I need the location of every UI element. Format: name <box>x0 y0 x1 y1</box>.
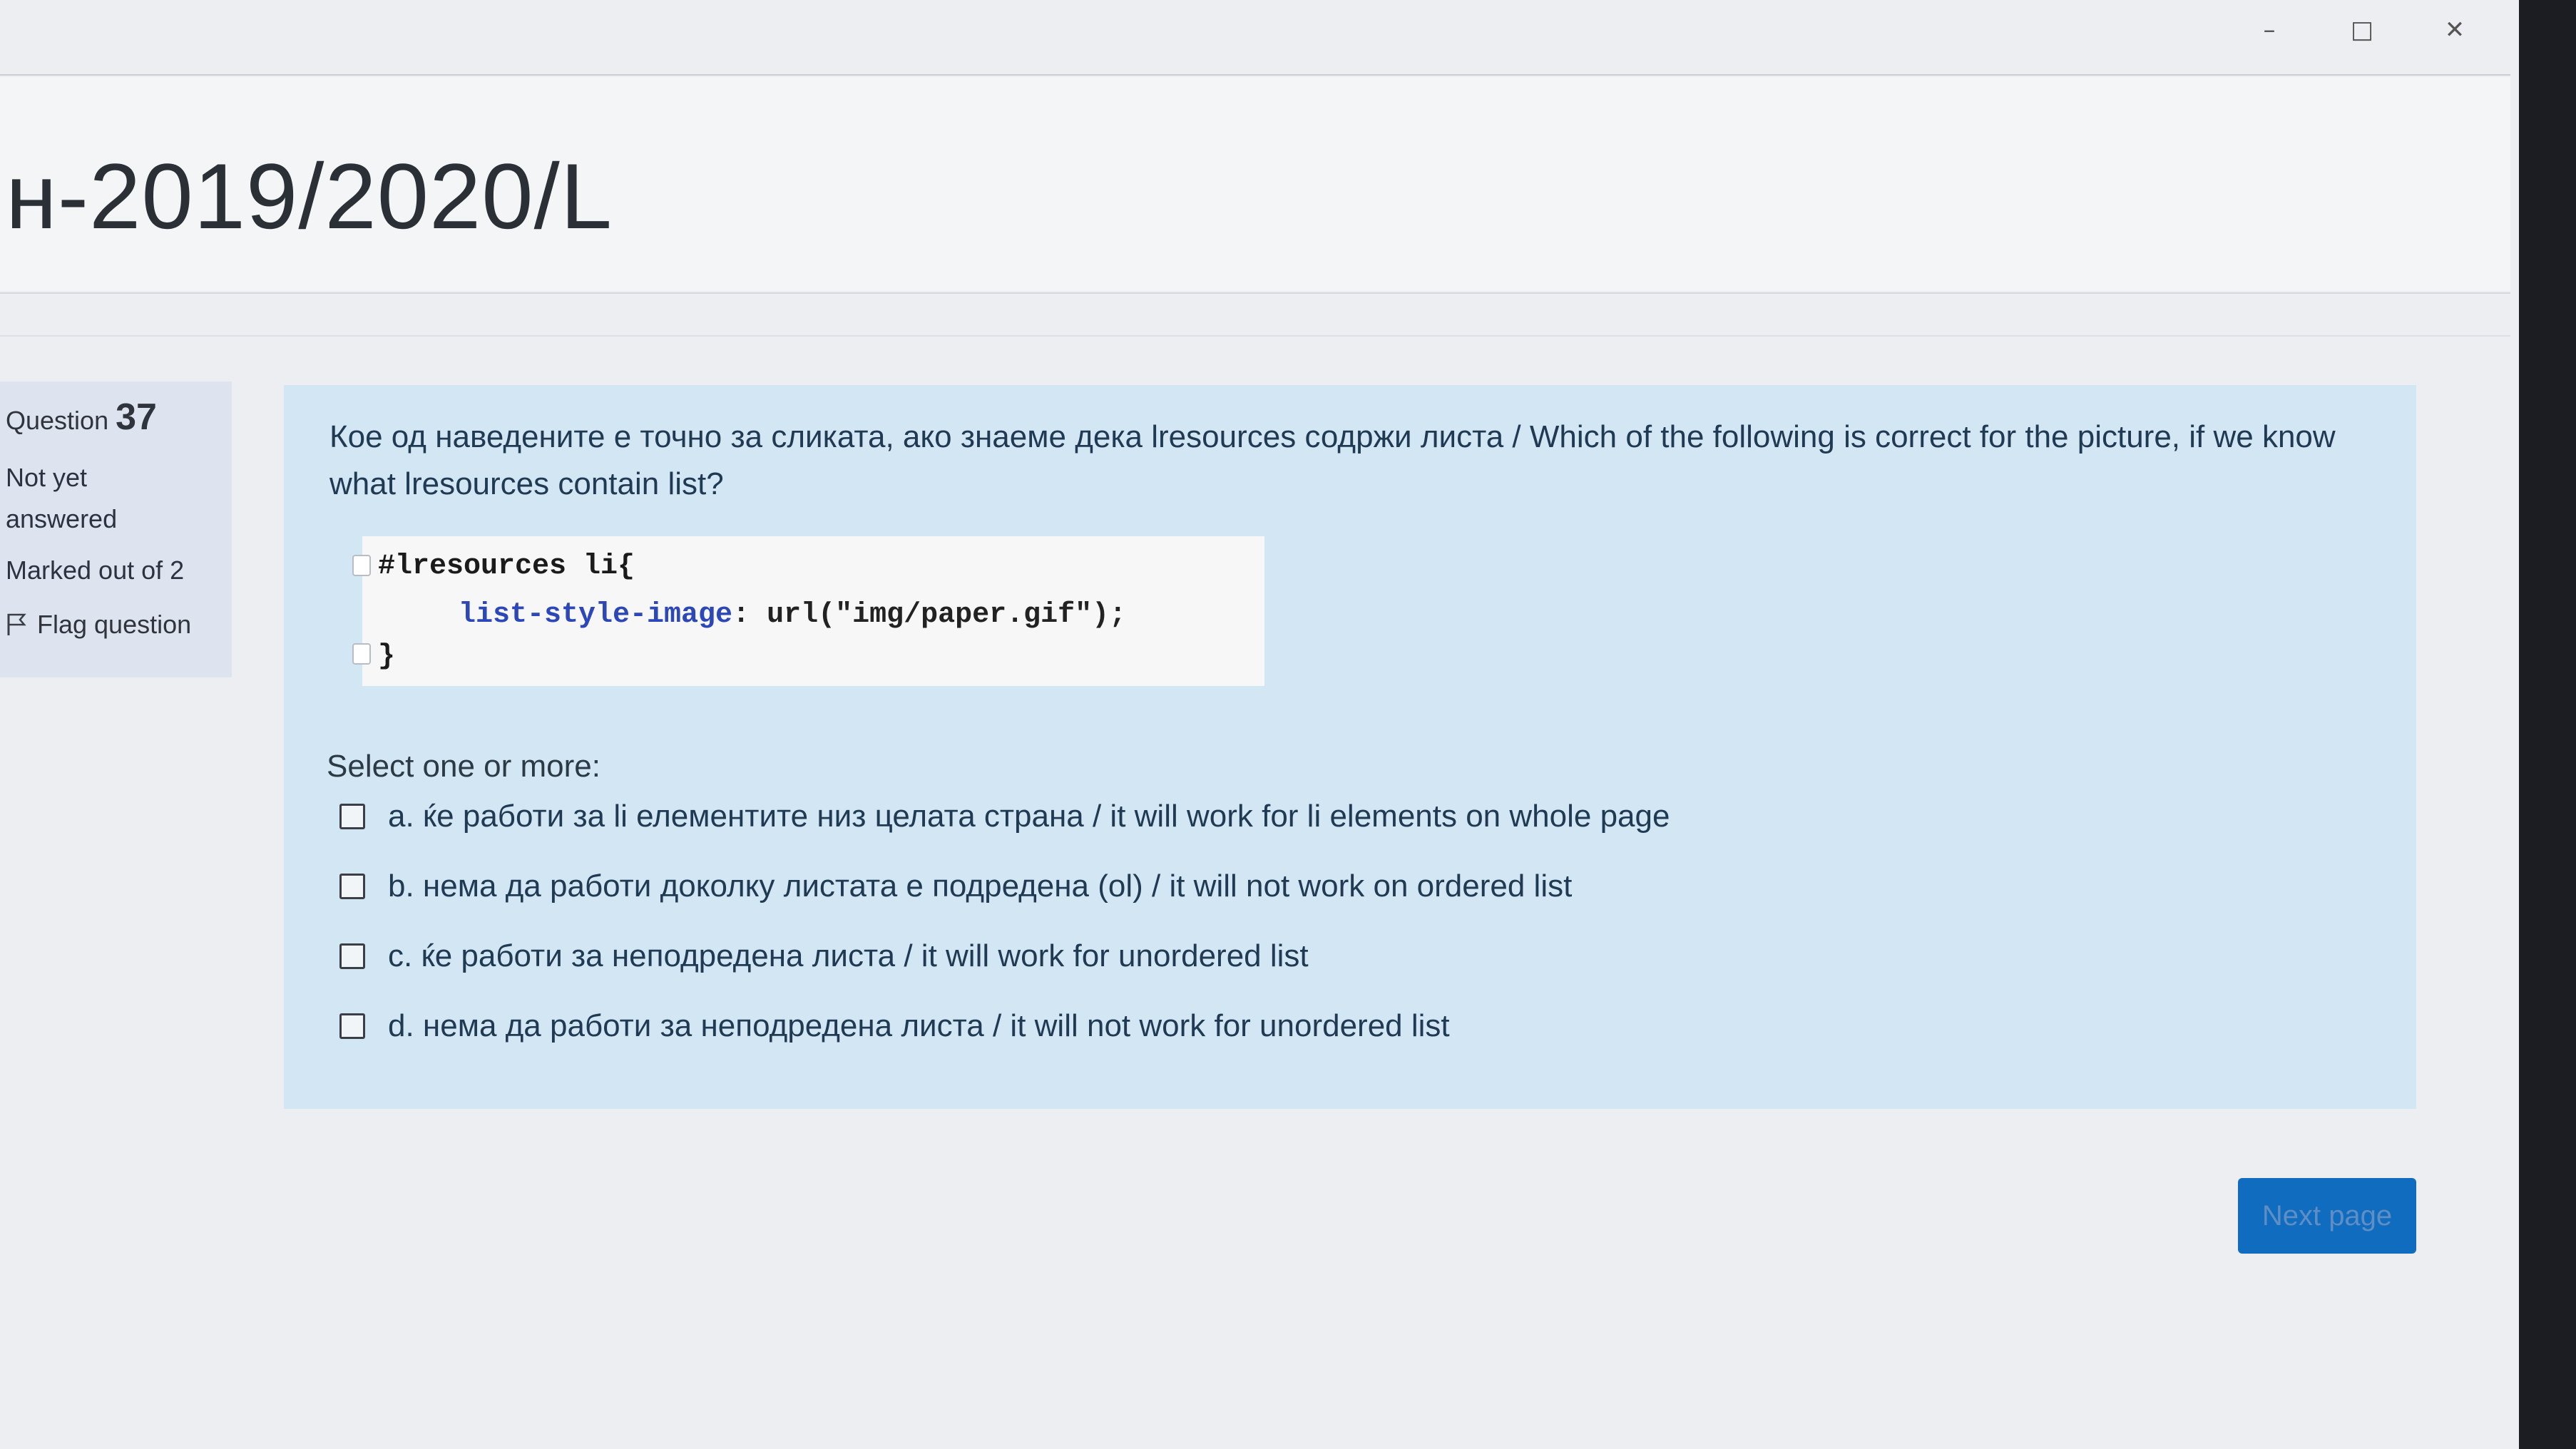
checkbox-d[interactable] <box>339 1013 365 1039</box>
collapse-end-icon <box>352 643 371 665</box>
answer-option-d[interactable]: d. нема да работи за неподредена листа /… <box>339 1008 1450 1044</box>
content-divider <box>0 335 2510 337</box>
code-line-1: #lresources li{ <box>378 551 635 583</box>
answer-option-b[interactable]: b. нема да работи доколку листата е подр… <box>339 869 1572 904</box>
checkbox-c[interactable] <box>339 943 365 969</box>
maximize-icon[interactable]: □ <box>2348 16 2376 44</box>
question-grade: Marked out of 2 <box>6 555 185 585</box>
header-divider <box>0 74 2510 76</box>
close-icon[interactable]: ✕ <box>2440 16 2469 44</box>
window-controls: – □ ✕ <box>2255 16 2469 44</box>
code-line-3: } <box>378 640 396 672</box>
collapse-icon <box>352 555 371 576</box>
checkbox-b[interactable] <box>339 874 365 899</box>
answer-label-b: b. нема да работи доколку листата е подр… <box>388 869 1573 903</box>
answer-prompt: Select one or more: <box>327 749 600 784</box>
minimize-icon[interactable]: – <box>2255 16 2284 44</box>
code-line-2: list-style-image: url("img/paper.gif"); <box>459 599 1126 631</box>
checkbox-a[interactable] <box>339 804 365 829</box>
question-card: Кое од наведените е точно за сликата, ак… <box>284 385 2416 1109</box>
header-bottom-divider <box>0 292 2510 294</box>
answer-label-d: d. нема да работи за неподредена листа /… <box>388 1008 1450 1043</box>
answer-option-c[interactable]: c. ќе работи за неподредена листа / it w… <box>339 938 1309 974</box>
question-info-panel: Question 37 Not yet answered Marked out o… <box>0 382 232 677</box>
next-page-button[interactable]: Next page <box>2238 1178 2416 1254</box>
code-property: list-style-image <box>459 599 733 631</box>
question-number: 37 <box>116 396 157 438</box>
question-label: Question <box>6 406 109 435</box>
question-number-label: Question 37 <box>6 396 232 439</box>
answer-option-a[interactable]: a. ќе работи за li елементите низ целата… <box>339 799 1670 834</box>
flag-icon <box>7 613 26 635</box>
flag-question-link[interactable]: Flag question <box>6 610 232 640</box>
screen-bezel <box>2519 0 2576 1449</box>
code-snippet-image: #lresources li{ list-style-image: url("i… <box>352 536 1264 686</box>
code-value: : url("img/paper.gif"); <box>732 599 1127 631</box>
answer-label-a: a. ќе работи за li елементите низ целата… <box>388 799 1670 834</box>
question-text: Кое од наведените е точно за сликата, ак… <box>329 419 2336 501</box>
answer-label-c: c. ќе работи за неподредена листа / it w… <box>388 938 1309 973</box>
question-state: Not yet answered <box>6 463 118 533</box>
page-title: н-2019/2020/L <box>6 144 613 248</box>
flag-question-label: Flag question <box>37 610 192 639</box>
